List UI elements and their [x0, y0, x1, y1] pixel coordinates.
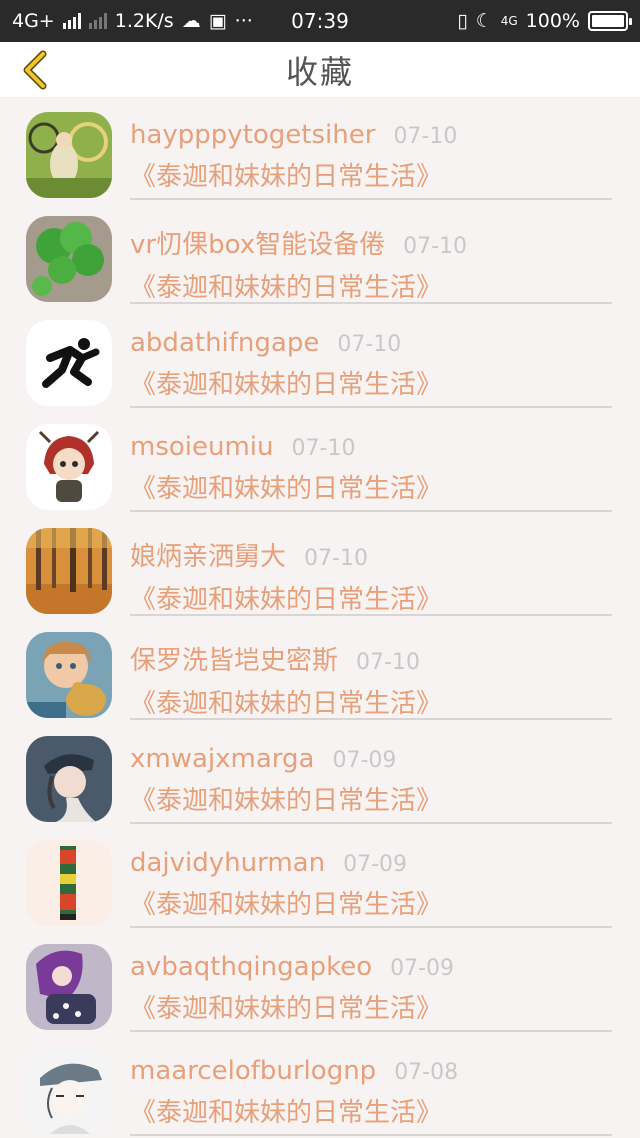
list-item-text: haypppytogetsiher 07-10 《泰迦和妹妹的日常生活》	[130, 120, 612, 200]
user-name: dajvidyhurman	[130, 848, 326, 878]
battery-icon	[588, 11, 632, 31]
list-item-text: dajvidyhurman 07-09 《泰迦和妹妹的日常生活》	[130, 848, 612, 928]
user-name: avbaqthqingapkeo	[130, 952, 373, 982]
item-date: 07-09	[390, 956, 455, 981]
book-title: 《泰迦和妹妹的日常生活》	[130, 994, 443, 1024]
cloud-icon: ☁	[181, 10, 201, 32]
list-item[interactable]: avbaqthqingapkeo 07-09 《泰迦和妹妹的日常生活》	[0, 930, 640, 1034]
item-date: 07-09	[332, 748, 397, 773]
item-date: 07-08	[394, 1060, 459, 1085]
avatar[interactable]	[26, 632, 112, 718]
item-date: 07-09	[343, 852, 408, 877]
user-name: haypppytogetsiher	[130, 120, 376, 150]
list-item-text: vr忉倮box智能设备倦 07-10 《泰迦和妹妹的日常生活》	[130, 224, 612, 304]
user-name: 保罗洗皆垲史密斯	[130, 646, 339, 676]
list-item[interactable]: haypppytogetsiher 07-10 《泰迦和妹妹的日常生活》	[0, 98, 640, 202]
item-date: 07-10	[291, 436, 356, 461]
list-item[interactable]: dajvidyhurman 07-09 《泰迦和妹妹的日常生活》	[0, 826, 640, 930]
moon-icon: ☾	[475, 10, 493, 32]
list-item-text: abdathifngape 07-10 《泰迦和妹妹的日常生活》	[130, 328, 612, 408]
book-title: 《泰迦和妹妹的日常生活》	[130, 370, 443, 400]
book-title: 《泰迦和妹妹的日常生活》	[130, 786, 443, 816]
list-item[interactable]: maarcelofburlognp 07-08 《泰迦和妹妹的日常生活》	[0, 1034, 640, 1138]
avatar-image	[26, 1048, 112, 1134]
avatar-image	[26, 528, 112, 614]
avatar-image	[26, 632, 112, 718]
user-name: abdathifngape	[130, 328, 320, 358]
avatar[interactable]	[26, 528, 112, 614]
back-button[interactable]	[14, 50, 54, 90]
avatar-image	[26, 320, 112, 406]
avatar[interactable]	[26, 944, 112, 1030]
battery-percent: 100%	[525, 10, 580, 32]
list-item[interactable]: 娘炳亲洒舅大 07-10 《泰迦和妹妹的日常生活》	[0, 514, 640, 618]
avatar-image	[26, 944, 112, 1030]
book-title: 《泰迦和妹妹的日常生活》	[130, 162, 443, 192]
book-title: 《泰迦和妹妹的日常生活》	[130, 474, 443, 504]
network-type: 4G+	[12, 10, 55, 32]
chevron-left-icon	[23, 50, 47, 90]
avatar[interactable]	[26, 1048, 112, 1134]
user-name: xmwajxmarga	[130, 744, 315, 774]
avatar-image	[26, 840, 112, 926]
list-item[interactable]: msoieumiu 07-10 《泰迦和妹妹的日常生活》	[0, 410, 640, 514]
list-item-text: maarcelofburlognp 07-08 《泰迦和妹妹的日常生活》	[130, 1056, 612, 1136]
list-item-text: xmwajxmarga 07-09 《泰迦和妹妹的日常生活》	[130, 744, 612, 824]
list-item[interactable]: 保罗洗皆垲史密斯 07-10 《泰迦和妹妹的日常生活》	[0, 618, 640, 722]
list-item-text: 娘炳亲洒舅大 07-10 《泰迦和妹妹的日常生活》	[130, 536, 612, 616]
item-date: 07-10	[393, 124, 458, 149]
list-item-text: 保罗洗皆垲史密斯 07-10 《泰迦和妹妹的日常生活》	[130, 640, 612, 720]
avatar[interactable]	[26, 736, 112, 822]
clipboard-icon: ▣	[208, 10, 227, 32]
item-date: 07-10	[304, 546, 368, 571]
avatar[interactable]	[26, 112, 112, 198]
more-notifications: ···	[234, 10, 253, 32]
item-date: 07-10	[337, 332, 402, 357]
user-name: maarcelofburlognp	[130, 1056, 377, 1086]
book-title: 《泰迦和妹妹的日常生活》	[130, 585, 443, 615]
user-name: msoieumiu	[130, 432, 274, 462]
list-item[interactable]: vr忉倮box智能设备倦 07-10 《泰迦和妹妹的日常生活》	[0, 202, 640, 306]
avatar[interactable]	[26, 424, 112, 510]
avatar[interactable]	[26, 320, 112, 406]
avatar[interactable]	[26, 216, 112, 302]
user-name: 娘炳亲洒舅大	[130, 542, 287, 572]
avatar-image	[26, 112, 112, 198]
item-date: 07-10	[403, 234, 468, 259]
list-item-text: avbaqthqingapkeo 07-09 《泰迦和妹妹的日常生活》	[130, 952, 612, 1032]
vibrate-icon: ▯	[457, 10, 468, 32]
book-title: 《泰迦和妹妹的日常生活》	[130, 273, 443, 303]
book-title: 《泰迦和妹妹的日常生活》	[130, 1098, 443, 1128]
network-speed: 1.2K/s	[114, 10, 174, 32]
page-title: 收藏	[285, 52, 354, 91]
book-title: 《泰迦和妹妹的日常生活》	[130, 890, 443, 920]
signal-2-icon	[88, 13, 107, 29]
avatar-image	[26, 736, 112, 822]
item-date: 07-10	[356, 650, 420, 675]
status-bar: 4G+ 1.2K/s ☁ ▣ ··· 07:39 ▯ ☾ 4G 100%	[0, 0, 640, 42]
list-item[interactable]: abdathifngape 07-10 《泰迦和妹妹的日常生活》	[0, 306, 640, 410]
list-item-text: msoieumiu 07-10 《泰迦和妹妹的日常生活》	[130, 432, 612, 512]
user-name: vr忉倮box智能设备倦	[130, 230, 386, 260]
avatar[interactable]	[26, 840, 112, 926]
favorites-list: haypppytogetsiher 07-10 《泰迦和妹妹的日常生活》 vr忉…	[0, 98, 640, 1138]
avatar-image	[26, 424, 112, 510]
header-bar: 收藏	[0, 42, 640, 98]
book-title: 《泰迦和妹妹的日常生活》	[130, 689, 443, 719]
signal-icon	[62, 13, 81, 29]
avatar-image	[26, 216, 112, 302]
list-item[interactable]: xmwajxmarga 07-09 《泰迦和妹妹的日常生活》	[0, 722, 640, 826]
network-type-2: 4G	[500, 14, 518, 28]
